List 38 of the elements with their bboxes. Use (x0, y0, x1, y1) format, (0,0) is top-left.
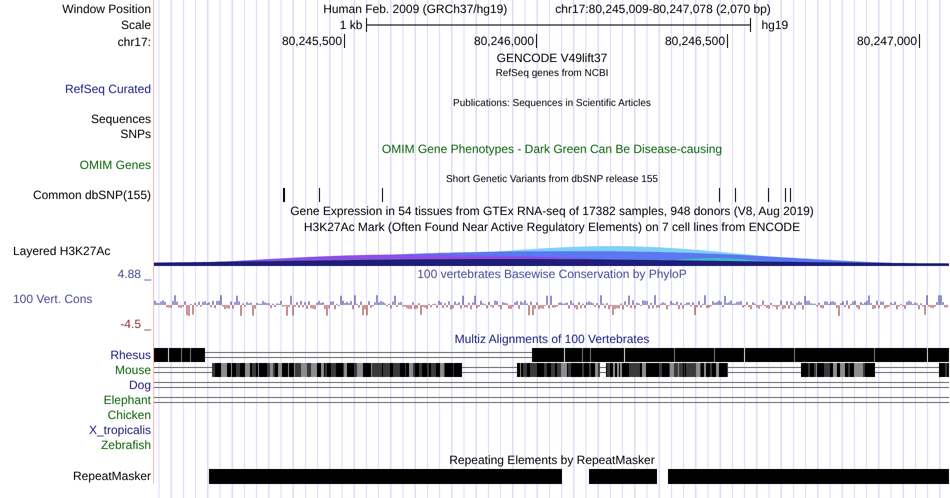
track-label[interactable]: Mouse (114, 362, 151, 376)
track-title: GENCODE V49lift37 (496, 51, 608, 65)
track-label[interactable]: OMIM Genes (80, 158, 151, 172)
axis-value: -4.5 _ (120, 316, 151, 330)
track-label[interactable]: Sequences (90, 112, 151, 126)
track-title: OMIM Gene Phenotypes - Dark Green Can Be Disease-causing (382, 142, 722, 156)
track-label[interactable]: RepeatMasker (72, 469, 151, 483)
axis-value: 4.88 _ (118, 266, 151, 280)
track-label[interactable]: Elephant (104, 392, 151, 406)
track-label[interactable]: Common dbSNP(155) (32, 188, 151, 202)
ruler-tick: 80,247,000 (856, 34, 920, 48)
track-label[interactable]: Chicken (108, 408, 151, 422)
track-title: Gene Expression in 54 tissues from GTEx RNA-seq of 17382 samples, 948 donors (V8, Aug 2019) (290, 204, 814, 218)
track-label[interactable]: chr17: (118, 34, 151, 48)
track-title: Publications: Sequences in Scientific Articles (453, 96, 651, 110)
track-title: H3K27Ac Mark (Often Found Near Active Regulatory Elements) on 7 cell lines from ENCODE (304, 220, 800, 234)
track-title: RefSeq genes from NCBI (496, 66, 608, 80)
ruler-tick: 80,246,000 (474, 34, 537, 48)
track-title: 100 vertebrates Basewise Conservation by PhyloP (417, 266, 687, 280)
ruler-tick: 80,245,500 (282, 34, 345, 48)
track-title: Short Genetic Variants from dbSNP release 155 (446, 172, 658, 186)
track-label[interactable]: X_tropicalis (88, 422, 151, 436)
track-label[interactable]: Rhesus (110, 348, 151, 362)
scale-length: 1 kb (340, 18, 362, 32)
track-label[interactable]: Scale (120, 18, 151, 32)
track-label[interactable]: SNPs (120, 126, 151, 140)
assembly-label: hg19 (761, 18, 788, 32)
track-label[interactable]: RefSeq Curated (64, 82, 151, 96)
track-title: Repeating Elements by RepeatMasker (449, 453, 655, 467)
window-position-text: Human Feb. 2009 (GRCh37/hg19) (323, 2, 508, 16)
track-label[interactable]: 100 Vert. Cons (13, 292, 92, 306)
track-label[interactable]: Layered H3K27Ac (13, 244, 110, 258)
track-label[interactable]: Window Position (62, 2, 151, 16)
track-title: Multiz Alignments of 100 Vertebrates (454, 332, 650, 346)
track-label[interactable]: Dog (128, 378, 151, 392)
track-label[interactable]: Zebrafish (100, 438, 151, 452)
window-position-text: chr17:80,245,009-80,247,078 (2,070 bp) (555, 2, 771, 16)
ruler-tick: 80,246,500 (664, 34, 728, 48)
